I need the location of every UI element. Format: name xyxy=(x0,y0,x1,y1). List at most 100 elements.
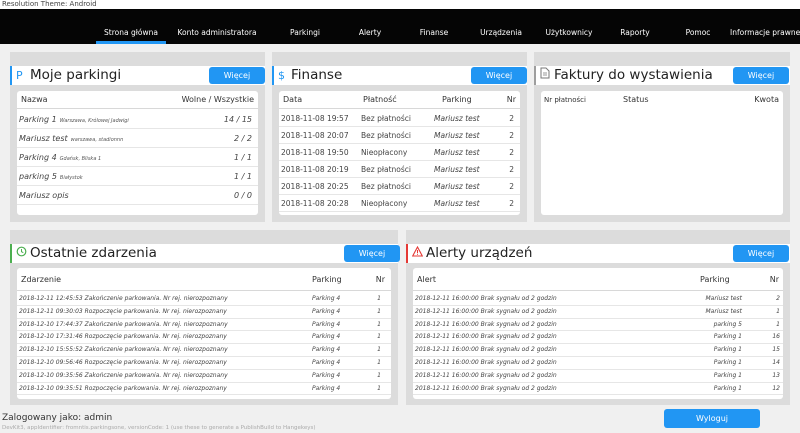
event-parking: Parking 4 xyxy=(312,371,341,379)
alerts-panel: Alerty urządzeń Więcej Alert Parking Nr … xyxy=(406,230,790,405)
alerts-title: Alerty urządzeń xyxy=(426,245,533,261)
alert-row[interactable]: 2018-12-11 16:00:00 Brak sygnału od 2 go… xyxy=(413,344,783,357)
event-row[interactable]: 2018-12-10 17:44:37 Zakończenie parkowan… xyxy=(17,319,391,332)
alert-nr: 1 xyxy=(776,307,780,315)
alert-row[interactable]: 2018-12-11 16:00:00 Brak sygnału od 2 go… xyxy=(413,383,783,396)
events-table-header: Zdarzenie Parking Nr xyxy=(17,268,391,291)
alert-parking: Parking 1 xyxy=(713,346,742,354)
nav-users[interactable]: Użytkownicy xyxy=(538,9,600,44)
col-alert: Alert xyxy=(417,275,437,284)
parking-row[interactable]: Mariusz test warszawa, stadionnn 2 / 2 xyxy=(17,129,258,148)
logout-button[interactable]: Wyloguj xyxy=(664,409,760,428)
event-row[interactable]: 2018-12-11 12:45:53 Zakończenie parkowan… xyxy=(17,293,391,306)
finance-date: 2018-11-08 20:07 xyxy=(281,131,349,140)
nav-legal-info[interactable]: Informacje prawne xyxy=(730,9,800,44)
finance-nr: 2 xyxy=(509,165,514,174)
nav-help[interactable]: Pomoc xyxy=(676,9,720,44)
alert-text: 2018-12-11 16:00:00 Brak sygnału od 2 go… xyxy=(415,307,557,315)
alert-text: 2018-12-11 16:00:00 Brak sygnału od 2 go… xyxy=(415,346,557,354)
event-nr: 1 xyxy=(377,384,381,392)
event-row[interactable]: 2018-12-10 09:56:46 Rozpoczęcie parkowan… xyxy=(17,357,391,370)
events-more-button[interactable]: Więcej xyxy=(344,245,400,262)
parking-free-total: 14 / 15 xyxy=(223,115,252,124)
parking-row[interactable]: Mariusz opis 0 / 0 xyxy=(17,186,258,205)
col-name: Nazwa xyxy=(21,95,48,104)
finance-row[interactable]: 2018-11-08 19:57 Bez płatności Mariusz tes… xyxy=(279,110,520,127)
nav-admin-account[interactable]: Konto administratora xyxy=(172,9,262,44)
nav-home[interactable]: Strona główna xyxy=(96,9,166,44)
finance-header: $ Finanse Więcej xyxy=(272,66,527,85)
parkings-panel: P Moje parkingi Więcej Nazwa Wolne / Wsz… xyxy=(10,52,265,222)
event-nr: 1 xyxy=(377,371,381,379)
col-parking: Parking xyxy=(442,95,472,104)
alert-nr: 13 xyxy=(772,371,780,379)
finance-row[interactable]: 2018-11-08 20:28 Nieopłacony Mariusz test 2 xyxy=(279,195,520,212)
col-free-total: Wolne / Wszystkie xyxy=(181,95,254,104)
event-nr: 1 xyxy=(377,307,381,315)
event-text: 2018-12-10 09:35:51 Rozpoczęcie parkowan… xyxy=(19,384,227,392)
build-info: DevKit3, appIdentifier: fromntis.parking… xyxy=(2,425,316,431)
event-row[interactable]: 2018-12-10 17:31:46 Rozpoczęcie parkowan… xyxy=(17,331,391,345)
dollar-icon: $ xyxy=(278,69,285,82)
finance-more-button[interactable]: Więcej xyxy=(471,67,527,84)
alert-parking: Parking 1 xyxy=(713,359,742,366)
col-event-nr: Nr xyxy=(375,275,385,284)
events-accent xyxy=(10,244,12,263)
event-row[interactable]: 2018-12-10 09:35:51 Rozpoczęcie parkowan… xyxy=(17,383,391,396)
finance-parking: Mariusz test xyxy=(434,199,480,208)
alert-row[interactable]: 2018-12-11 16:00:00 Brak sygnału od 2 go… xyxy=(413,319,783,332)
parking-name: Mariusz opis xyxy=(19,191,69,200)
finance-parking: Mariusz test xyxy=(434,131,480,140)
parking-row[interactable]: Parking 1 Warszawa, Królowej Jadwigi 14 / … xyxy=(17,110,258,129)
col-date: Data xyxy=(283,95,303,104)
event-row[interactable]: 2018-12-10 09:35:56 Zakończenie parkowan… xyxy=(17,370,391,383)
alert-text: 2018-12-11 16:00:00 Brak sygnału od 2 go… xyxy=(415,384,557,392)
event-text: 2018-12-10 17:44:37 Zakończenie parkowan… xyxy=(19,320,228,328)
finance-row[interactable]: 2018-11-08 20:25 Bez płatności Mariusz tes… xyxy=(279,178,520,195)
parkings-header: P Moje parkingi Więcej xyxy=(10,66,265,85)
parkings-more-button[interactable]: Więcej xyxy=(209,67,265,84)
logged-in-user: Zalogowany jako: admin xyxy=(2,413,113,423)
parking-row[interactable]: parking 5 Białystok 1 / 1 xyxy=(17,167,258,186)
alerts-more-button[interactable]: Więcej xyxy=(733,245,789,262)
finance-row[interactable]: 2018-11-08 19:50 Nieopłacony Mariusz test 2 xyxy=(279,144,520,161)
parking-free-total: 2 / 2 xyxy=(234,134,252,143)
nav-finance[interactable]: Finanse xyxy=(412,9,456,44)
parkings-accent xyxy=(10,66,12,85)
finance-payment: Nieopłacony xyxy=(361,148,408,157)
parking-free-total: 0 / 0 xyxy=(234,191,252,200)
parking-name-cell: Parking 4 Gdańsk, Bliska 1 xyxy=(19,148,101,169)
parking-name-cell: Parking 1 Warszawa, Królowej Jadwigi xyxy=(19,110,129,131)
alert-nr: 14 xyxy=(772,359,780,366)
alert-row[interactable]: 2018-12-11 16:00:00 Brak sygnału od 2 go… xyxy=(413,357,783,370)
event-nr: 1 xyxy=(377,333,381,341)
invoices-accent xyxy=(534,66,536,85)
invoices-more-button[interactable]: Więcej xyxy=(733,67,789,84)
event-row[interactable]: 2018-12-11 09:30:03 Rozpoczęcie parkowan… xyxy=(17,306,391,319)
alert-parking: Mariusz test xyxy=(705,295,743,302)
nav-parkings[interactable]: Parkingi xyxy=(280,9,330,44)
finance-row[interactable]: 2018-11-08 20:07 Bez płatności Mariusz tes… xyxy=(279,127,520,144)
alert-text: 2018-12-11 16:00:00 Brak sygnału od 2 go… xyxy=(415,359,557,366)
event-row[interactable]: 2018-12-10 15:55:52 Zakończenie parkowan… xyxy=(17,344,391,357)
resolution-theme-label: Resolution Theme: Android xyxy=(0,0,800,9)
alert-nr: 16 xyxy=(772,333,780,341)
alert-parking: Parking 1 xyxy=(713,333,742,341)
nav-alerts[interactable]: Alerty xyxy=(348,9,392,44)
alerts-header: Alerty urządzeń Więcej xyxy=(406,244,790,263)
alert-text: 2018-12-11 16:00:00 Brak sygnału od 2 go… xyxy=(415,320,557,328)
event-parking: Parking 4 xyxy=(312,320,341,328)
col-nr: Nr xyxy=(506,95,516,104)
nav-devices[interactable]: Urządzenia xyxy=(474,9,528,44)
event-text: 2018-12-10 15:55:52 Zakończenie parkowan… xyxy=(19,346,228,354)
alert-row[interactable]: 2018-12-11 16:00:00 Brak sygnału od 2 go… xyxy=(413,370,783,383)
alert-row[interactable]: 2018-12-11 16:00:00 Brak sygnału od 2 go… xyxy=(413,293,783,306)
alerts-accent xyxy=(406,244,408,263)
finance-row[interactable]: 2018-11-08 20:19 Bez płatności Mariusz tes… xyxy=(279,161,520,178)
nav-reports[interactable]: Raporty xyxy=(612,9,658,44)
alert-row[interactable]: 2018-12-11 16:00:00 Brak sygnału od 2 go… xyxy=(413,306,783,319)
parking-row[interactable]: Parking 4 Gdańsk, Bliska 1 1 / 1 xyxy=(17,148,258,167)
parkings-table-header: Nazwa Wolne / Wszystkie xyxy=(17,91,258,109)
event-nr: 1 xyxy=(377,295,381,302)
alert-row[interactable]: 2018-12-11 16:00:00 Brak sygnału od 2 go… xyxy=(413,331,783,345)
